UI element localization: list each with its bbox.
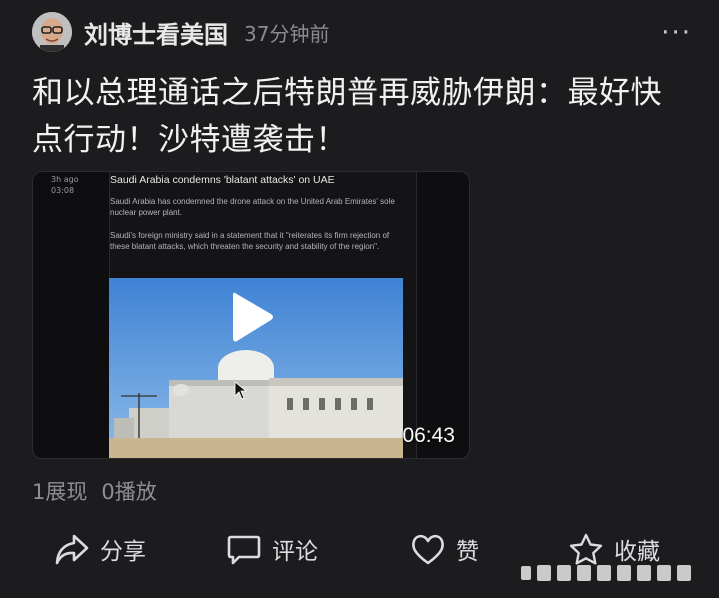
post-header: 刘博士看美国 37分钟前 ··· <box>32 10 692 54</box>
share-button[interactable]: 分享 <box>54 532 146 566</box>
favorite-button[interactable]: 收藏 <box>568 532 660 566</box>
star-icon <box>569 533 603 565</box>
video-meta-time: 03:08 <box>51 186 75 195</box>
like-label: 赞 <box>456 539 479 565</box>
like-button[interactable]: 赞 <box>410 532 479 566</box>
share-label: 分享 <box>100 539 146 565</box>
more-options-icon[interactable]: ··· <box>661 18 692 48</box>
play-icon[interactable] <box>229 289 275 345</box>
post-time: 37分钟前 <box>244 21 330 46</box>
views-count: 1展现 <box>32 480 88 504</box>
post-stats: 1展现 0播放 <box>32 476 157 506</box>
post-title[interactable]: 和以总理通话之后特朗普再威胁伊朗：最好快点行动！沙特遭袭击！ <box>32 70 692 164</box>
video-meta-ago: 3h ago <box>51 175 79 184</box>
comment-icon <box>227 535 261 565</box>
share-icon <box>55 534 89 565</box>
video-duration: 06:43 <box>402 424 455 447</box>
avatar[interactable] <box>32 12 72 52</box>
watermark-logo <box>521 565 691 581</box>
video-meta: 3h ago 03:08 <box>51 174 79 196</box>
author-name[interactable]: 刘博士看美国 <box>84 15 228 50</box>
plays-count: 0播放 <box>101 480 157 504</box>
favorite-label: 收藏 <box>614 539 660 565</box>
video-player[interactable]: 3h ago 03:08 Saudi Arabia condemns 'blat… <box>32 171 470 459</box>
video-paragraph-1: Saudi Arabia has condemned the drone att… <box>110 197 395 217</box>
video-paragraph-2: Saudi's foreign ministry said in a state… <box>110 231 390 251</box>
comment-label: 评论 <box>272 539 318 565</box>
video-headline: Saudi Arabia condemns 'blatant attacks' … <box>110 174 335 186</box>
heart-icon <box>412 534 444 565</box>
comment-button[interactable]: 评论 <box>226 532 318 566</box>
